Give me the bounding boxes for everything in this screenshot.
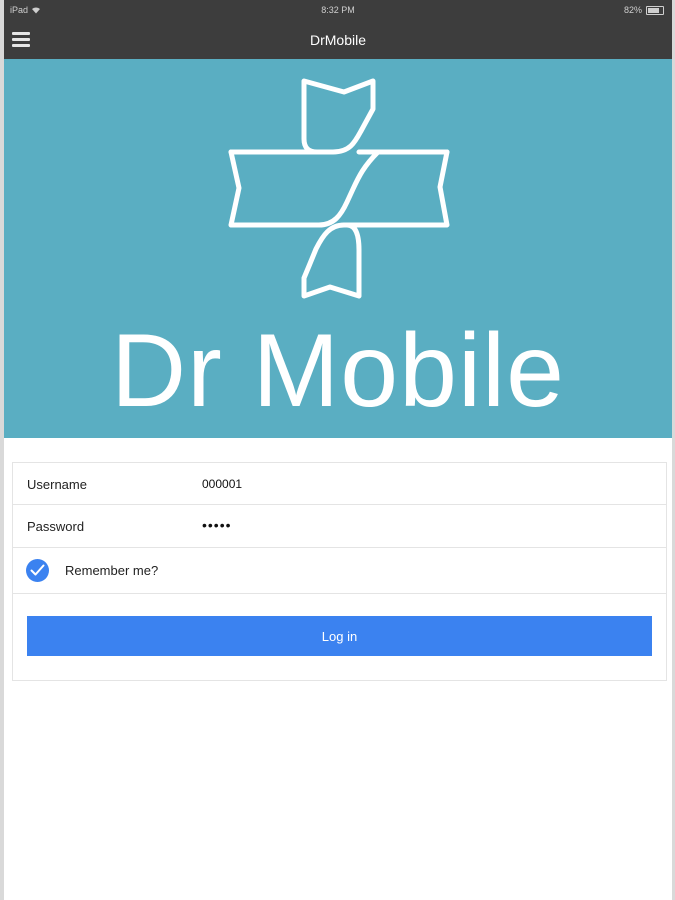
status-right: 82% — [624, 5, 664, 15]
battery-icon — [646, 5, 664, 15]
password-row: Password ••••• — [13, 505, 666, 548]
remember-me-checkbox[interactable] — [26, 559, 49, 582]
medical-cross-logo — [228, 78, 450, 299]
username-label: Username — [27, 477, 87, 492]
battery-percent: 82% — [623, 5, 642, 15]
navigation-bar: DrMobile — [4, 22, 672, 59]
password-label: Password — [27, 519, 85, 534]
status-bar: iPad 8:32 PM 82% — [4, 0, 672, 22]
login-button[interactable]: Log in — [27, 616, 652, 656]
status-time: 8:32 PM — [321, 5, 355, 15]
remember-row: Remember me? — [13, 548, 666, 594]
username-row: Username 000001 — [13, 463, 666, 505]
username-field[interactable]: 000001 — [202, 477, 242, 491]
login-form: Username 000001 Password ••••• Remember … — [12, 462, 667, 681]
brand-name: Dr Mobile — [111, 313, 565, 429]
checkmark-icon — [30, 564, 45, 576]
page-title: DrMobile — [309, 32, 366, 48]
remember-me-label: Remember me? — [65, 563, 159, 578]
password-field[interactable]: ••••• — [202, 517, 232, 533]
hero-banner: Dr Mobile — [4, 59, 672, 438]
